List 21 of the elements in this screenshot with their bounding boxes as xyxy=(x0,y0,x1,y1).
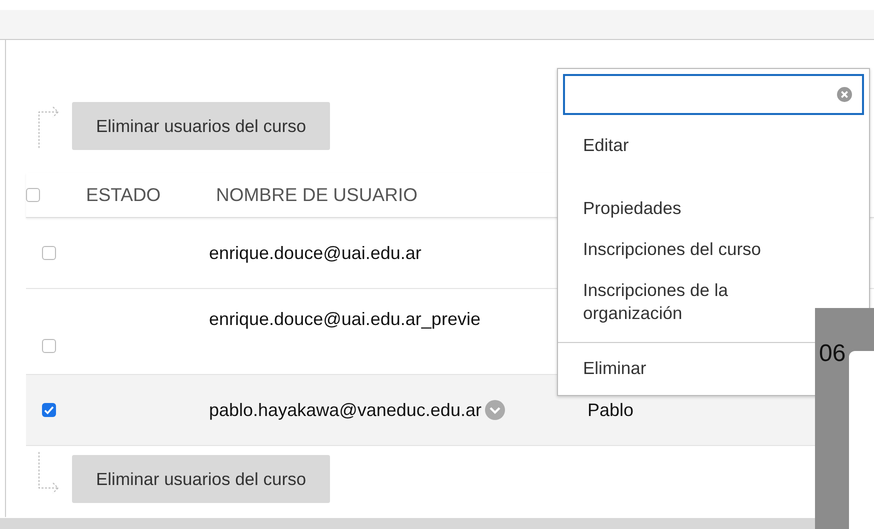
search-field[interactable] xyxy=(563,74,864,115)
remove-users-button[interactable]: Eliminar usuarios del curso xyxy=(72,455,330,503)
menu-item[interactable]: Inscripciones de la organización xyxy=(583,270,783,334)
checkbox[interactable] xyxy=(26,188,40,202)
menu-item[interactable]: Propiedades xyxy=(583,188,682,229)
panel-text: 06 xyxy=(819,340,846,369)
column-header: NOMBRE DE USUARIO xyxy=(216,184,418,206)
menu-item[interactable]: Inscripciones del curso xyxy=(583,229,761,270)
column-header: ESTADO xyxy=(86,184,161,205)
username-cell: enrique.douce@uai.edu.ar xyxy=(209,242,422,264)
table-cell: Pablo xyxy=(587,400,634,420)
clear-icon[interactable] xyxy=(837,87,852,102)
remove-users-button[interactable]: Eliminar usuarios del curso xyxy=(72,102,330,150)
username-cell: pablo.hayakawa@vaneduc.edu.ar xyxy=(209,400,482,420)
chevron-down-icon[interactable] xyxy=(485,400,506,420)
username-cell: enrique.douce@uai.edu.ar_previe xyxy=(209,309,480,330)
checkbox[interactable] xyxy=(42,246,56,260)
checkbox[interactable] xyxy=(42,338,56,352)
menu-item[interactable]: Editar xyxy=(583,125,629,166)
checkbox[interactable] xyxy=(42,403,56,417)
menu-item[interactable]: Eliminar xyxy=(583,343,646,395)
